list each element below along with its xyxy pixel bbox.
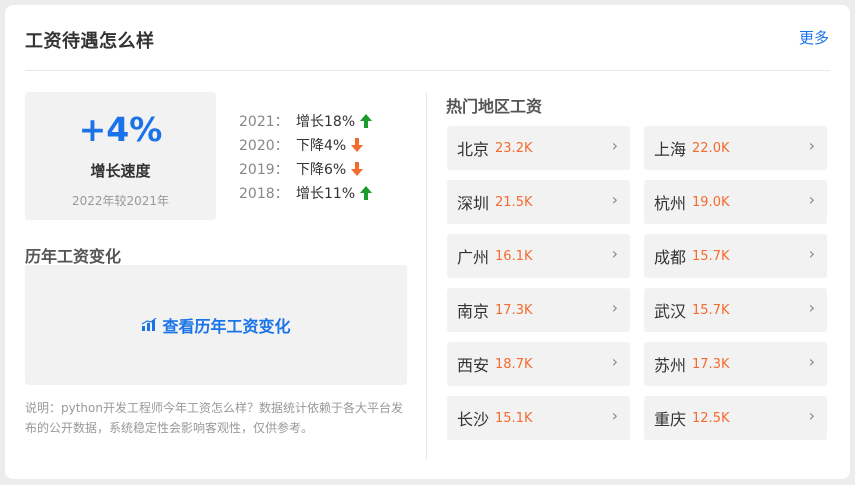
history-change: 增长18% (296, 114, 356, 130)
growth-comparison: 2022年较2021年 (71, 194, 170, 208)
chevron-right-icon: › (611, 352, 618, 371)
title-divider (25, 70, 830, 71)
region-city: 上海 (654, 140, 687, 159)
arrow-down-icon (351, 162, 364, 176)
region-item[interactable]: 深圳 21.5K › (447, 180, 630, 224)
region-item[interactable]: 南京 17.3K › (447, 288, 630, 332)
chevron-right-icon: › (808, 298, 815, 317)
history-year: 2018： (239, 186, 289, 202)
view-history-label: 查看历年工资变化 (162, 317, 291, 336)
arrow-down-icon (351, 138, 364, 152)
region-salary: 17.3K (692, 356, 730, 372)
history-change: 下降4% (296, 138, 347, 154)
chevron-right-icon: › (611, 190, 618, 209)
region-city: 杭州 (654, 194, 687, 213)
growth-value: +4% (78, 110, 163, 149)
yearly-change-list: 2021： 增长18% 2020： 下降4% 2019： 下降6% 2018： … (239, 109, 409, 205)
history-section-heading: 历年工资变化 (25, 247, 122, 266)
region-item[interactable]: 长沙 15.1K › (447, 396, 630, 440)
region-salary: 23.2K (495, 140, 533, 156)
growth-label: 增长速度 (90, 162, 151, 180)
chevron-right-icon: › (808, 136, 815, 155)
region-salary: 21.5K (495, 194, 533, 210)
region-city: 苏州 (654, 356, 687, 375)
region-salary: 15.1K (495, 410, 533, 426)
region-item[interactable]: 北京 23.2K › (447, 126, 630, 170)
region-item[interactable]: 武汉 15.7K › (644, 288, 827, 332)
arrow-up-icon (360, 114, 373, 128)
card-title: 工资待遇怎么样 (25, 31, 155, 52)
region-item[interactable]: 广州 16.1K › (447, 234, 630, 278)
region-grid: 北京 23.2K › 上海 22.0K › 深圳 21.5K › 杭州 19.0K › 广州 16… (447, 126, 827, 440)
region-item[interactable]: 成都 15.7K › (644, 234, 827, 278)
chevron-right-icon: › (611, 298, 618, 317)
column-divider (426, 93, 427, 459)
view-history-button[interactable]: 查看历年工资变化 (25, 265, 407, 385)
chevron-right-icon: › (611, 244, 618, 263)
region-salary: 16.1K (495, 248, 533, 264)
arrow-up-icon (360, 186, 373, 200)
history-row: 2018： 增长11% (239, 181, 409, 205)
disclaimer-note: 说明：python开发工程师今年工资怎么样？数据统计依赖于各大平台发布的公开数据… (25, 401, 403, 435)
history-change: 增长11% (296, 186, 356, 202)
region-heading: 热门地区工资 (446, 97, 543, 116)
region-salary: 18.7K (495, 356, 533, 372)
region-salary: 19.0K (692, 194, 730, 210)
region-item[interactable]: 杭州 19.0K › (644, 180, 827, 224)
history-year: 2021： (239, 114, 289, 130)
history-row: 2019： 下降6% (239, 157, 409, 181)
view-history-link[interactable]: 查看历年工资变化 (141, 313, 291, 337)
region-city: 西安 (457, 356, 490, 375)
region-city: 深圳 (457, 194, 490, 213)
history-row: 2021： 增长18% (239, 109, 409, 133)
region-item[interactable]: 西安 18.7K › (447, 342, 630, 386)
chevron-right-icon: › (808, 406, 815, 425)
region-city: 北京 (457, 140, 490, 159)
region-city: 南京 (457, 302, 490, 321)
chevron-right-icon: › (808, 244, 815, 263)
history-year: 2019： (239, 162, 289, 178)
chevron-right-icon: › (808, 190, 815, 209)
region-city: 重庆 (654, 410, 687, 429)
region-salary: 17.3K (495, 302, 533, 318)
region-city: 武汉 (654, 302, 687, 321)
chevron-right-icon: › (611, 406, 618, 425)
chevron-right-icon: › (611, 136, 618, 155)
region-salary: 15.7K (692, 248, 730, 264)
region-city: 广州 (457, 248, 490, 267)
history-year: 2020： (239, 138, 289, 154)
region-item[interactable]: 上海 22.0K › (644, 126, 827, 170)
region-item[interactable]: 苏州 17.3K › (644, 342, 827, 386)
region-item[interactable]: 重庆 12.5K › (644, 396, 827, 440)
region-city: 长沙 (457, 410, 490, 429)
history-row: 2020： 下降4% (239, 133, 409, 157)
region-salary: 15.7K (692, 302, 730, 318)
more-link[interactable]: 更多 (799, 27, 829, 48)
region-salary: 22.0K (692, 140, 730, 156)
chevron-right-icon: › (808, 352, 815, 371)
salary-card: 工资待遇怎么样 更多 +4% 增长速度 2022年较2021年 2021： 增长… (5, 5, 850, 479)
growth-summary: +4% 增长速度 2022年较2021年 (25, 92, 216, 220)
region-salary: 12.5K (692, 410, 730, 426)
bar-chart-icon (142, 318, 157, 331)
history-change: 下降6% (296, 162, 347, 178)
region-city: 成都 (654, 248, 687, 267)
